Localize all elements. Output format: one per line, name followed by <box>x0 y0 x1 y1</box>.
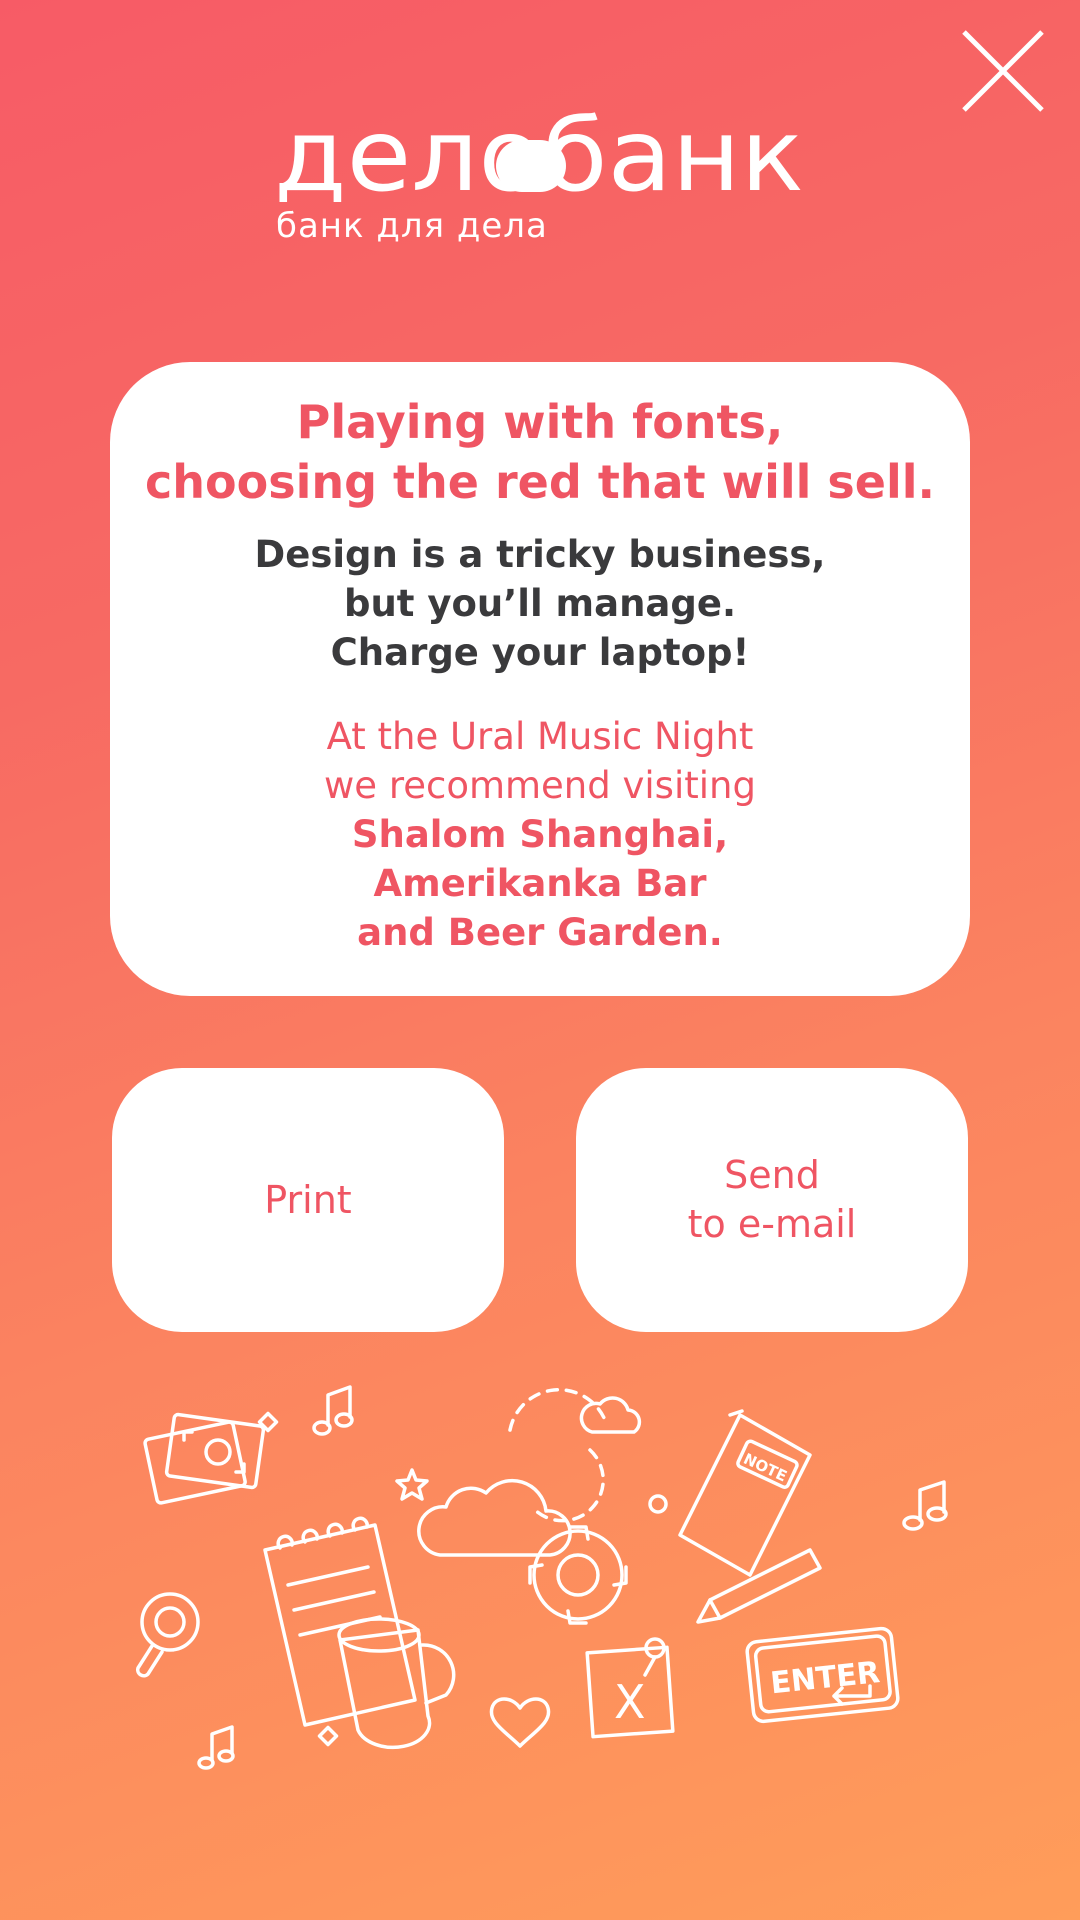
message-card: Playing with fonts, choosing the red tha… <box>110 362 970 996</box>
heart-icon <box>489 1697 551 1748</box>
body-line: Design is a tricky business, <box>254 533 826 576</box>
recommendation-text: At the Ural Music Night we recommend vis… <box>110 712 970 957</box>
body-line: Charge your laptop! <box>330 631 750 674</box>
dot-icon <box>648 1494 668 1514</box>
decorative-doodles: NOTE X ENTER <box>130 1370 970 1790</box>
venue-item: Amerikanka Bar <box>373 862 707 905</box>
music-note-icon <box>902 1480 948 1531</box>
send-email-button[interactable]: Send to e-mail <box>576 1068 968 1332</box>
recommendation-line: we recommend visiting <box>324 764 756 807</box>
venue-list: Shalom Shanghai, Amerikanka Bar and Beer… <box>110 810 970 957</box>
notepad-icon <box>263 1516 417 1727</box>
headline-line: choosing the red that will sell. <box>144 455 936 509</box>
card-body-text: Design is a tricky business, but you’ll … <box>110 530 970 677</box>
enter-key-icon: ENTER <box>745 1626 900 1724</box>
headline-line: Playing with fonts, <box>296 395 784 449</box>
brand-logo: делобанк банк для дела <box>274 97 814 252</box>
music-note-icon <box>312 1385 354 1436</box>
send-email-button-label: Send to e-mail <box>688 1151 857 1249</box>
diamond-icon <box>317 1725 339 1747</box>
send-email-label-line: to e-mail <box>687 1202 857 1246</box>
body-line: but you’ll manage. <box>343 582 737 625</box>
recommendation-line: At the Ural Music Night <box>326 715 754 758</box>
print-button-label: Print <box>264 1177 352 1222</box>
brand-wordmark-graphic: делобанк <box>274 97 804 214</box>
sticky-note-icon: X <box>585 1637 675 1739</box>
brand-pill-shape <box>496 140 566 192</box>
cloud-icon <box>508 1387 642 1523</box>
money-icon <box>143 1412 266 1505</box>
close-icon <box>962 30 1044 112</box>
brand-tagline: банк для дела <box>276 206 548 246</box>
music-note-icon <box>197 1725 235 1770</box>
brand-wordmark: делобанк <box>274 97 814 214</box>
sticky-mark: X <box>614 1675 646 1729</box>
notebook-icon: NOTE <box>678 1409 812 1577</box>
magnifier-icon <box>135 1592 200 1678</box>
venue-item: and Beer Garden. <box>357 911 723 954</box>
card-headline: Playing with fonts, choosing the red tha… <box>110 392 970 512</box>
star-icon <box>395 1468 429 1501</box>
send-email-label-line: Send <box>724 1153 820 1197</box>
gear-icon <box>528 1525 628 1625</box>
mug-icon <box>337 1617 456 1750</box>
venue-item: Shalom Shanghai, <box>351 813 729 856</box>
print-button[interactable]: Print <box>112 1068 504 1332</box>
close-button[interactable] <box>960 28 1046 114</box>
